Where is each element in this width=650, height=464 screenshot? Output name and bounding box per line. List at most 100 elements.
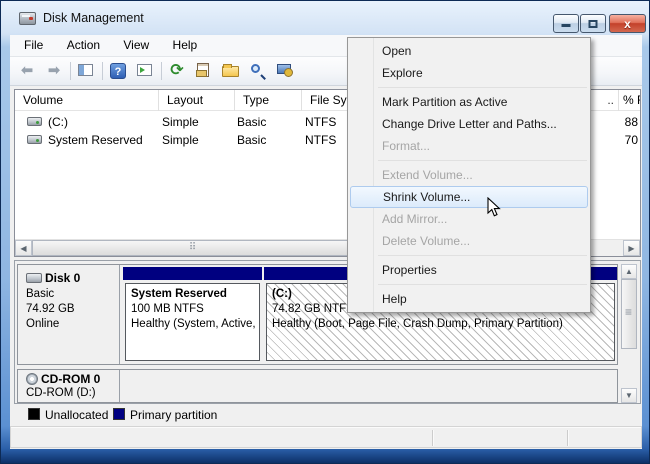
- volume-percent-free: 70: [611, 133, 638, 147]
- cdrom-name: CD-ROM 0: [41, 372, 100, 386]
- menu-separator: [378, 160, 587, 161]
- column-header-volume[interactable]: Volume: [15, 90, 159, 111]
- help-button[interactable]: ?: [107, 60, 129, 82]
- volume-type: Basic: [237, 133, 266, 147]
- volume-file-system: NTFS: [305, 115, 336, 129]
- scroll-down-arrow-icon[interactable]: ▼: [621, 388, 637, 403]
- open-folder-button[interactable]: [220, 60, 242, 82]
- forward-button[interactable]: ➡: [43, 60, 65, 82]
- disk0-type: Basic: [26, 288, 119, 300]
- refresh-icon: ⟳: [170, 62, 183, 79]
- scroll-left-arrow-icon[interactable]: ◀: [15, 240, 32, 256]
- menu-action[interactable]: Action: [57, 35, 110, 57]
- menu-item-help[interactable]: Help: [350, 288, 588, 310]
- column-header-type[interactable]: Type: [235, 90, 302, 111]
- properties-icon: [197, 63, 209, 77]
- help-icon: ?: [110, 63, 126, 79]
- scroll-up-arrow-icon[interactable]: ▲: [621, 264, 637, 279]
- menu-separator: [378, 255, 587, 256]
- back-icon: ⬅: [21, 62, 34, 79]
- partition-health: Healthy (Boot, Page File, Crash Dump, Pr…: [272, 318, 614, 330]
- volume-icon: [27, 135, 42, 144]
- horizontal-scrollbar-thumb[interactable]: [32, 240, 352, 256]
- volume-file-system: NTFS: [305, 133, 336, 147]
- menu-file[interactable]: File: [14, 35, 53, 57]
- context-menu: Open Explore Mark Partition as Active Ch…: [347, 37, 591, 313]
- minimize-icon: [562, 24, 571, 27]
- disk0-size: 74.92 GB: [26, 303, 119, 315]
- vertical-scrollbar[interactable]: ▲ ▼: [621, 264, 638, 403]
- back-button[interactable]: ⬅: [16, 60, 38, 82]
- toolbar-separator: [161, 62, 162, 80]
- menu-item-explore[interactable]: Explore: [350, 62, 588, 84]
- menu-item-delete-volume[interactable]: Delete Volume...: [350, 230, 588, 252]
- menu-item-mark-partition-active[interactable]: Mark Partition as Active: [350, 91, 588, 113]
- find-button[interactable]: [247, 60, 269, 82]
- show-action-pane-button[interactable]: [134, 60, 156, 82]
- menu-item-properties[interactable]: Properties: [350, 259, 588, 281]
- primary-partition-color-bar: [123, 267, 262, 280]
- show-console-tree-icon: [78, 64, 93, 76]
- toolbar-separator: [70, 62, 71, 80]
- disk0-label-cell[interactable]: Disk 0 Basic 74.92 GB Online: [18, 265, 120, 364]
- show-action-pane-icon: [137, 64, 152, 76]
- maximize-button[interactable]: [580, 14, 606, 33]
- volume-type: Basic: [237, 115, 266, 129]
- disk-icon: [26, 273, 42, 283]
- cdrom-label-cell[interactable]: CD-ROM 0 CD-ROM (D:): [18, 370, 120, 402]
- legend-label: Unallocated: [45, 408, 108, 422]
- menu-separator: [378, 87, 587, 88]
- column-header-layout[interactable]: Layout: [159, 90, 235, 111]
- show-console-tree-button[interactable]: [75, 60, 97, 82]
- properties-button[interactable]: [193, 60, 215, 82]
- menu-item-extend-volume[interactable]: Extend Volume...: [350, 164, 588, 186]
- menu-item-open[interactable]: Open: [350, 40, 588, 62]
- status-divider: [432, 430, 433, 446]
- menu-item-format[interactable]: Format...: [350, 135, 588, 157]
- mouse-cursor: [487, 197, 501, 218]
- menu-help[interactable]: Help: [163, 35, 208, 57]
- manage-computer-button[interactable]: [274, 60, 296, 82]
- close-icon: x: [624, 17, 631, 31]
- minimize-button[interactable]: [553, 14, 579, 33]
- volume-name: System Reserved: [48, 133, 143, 147]
- column-header-percent-free[interactable]: % Free: [619, 90, 640, 111]
- volume-percent-free: 88: [611, 115, 638, 129]
- titlebar[interactable]: Disk Management x: [3, 3, 647, 35]
- menu-item-change-drive-letter[interactable]: Change Drive Letter and Paths...: [350, 113, 588, 135]
- menu-item-add-mirror[interactable]: Add Mirror...: [350, 208, 588, 230]
- volume-layout: Simple: [162, 115, 199, 129]
- cdrom-row: CD-ROM 0 CD-ROM (D:): [17, 369, 618, 403]
- window-title: Disk Management: [43, 11, 144, 25]
- partition-size: 100 MB NTFS: [131, 303, 259, 315]
- volume-icon: [27, 117, 42, 126]
- volume-name: (C:): [48, 115, 68, 129]
- primary-partition-swatch: [113, 408, 125, 420]
- disk-management-window: Disk Management x File Action View Help …: [0, 0, 650, 464]
- partition-health: Healthy (System, Active,: [131, 318, 259, 330]
- status-bar: [10, 426, 642, 448]
- refresh-button[interactable]: ⟳: [166, 60, 188, 82]
- find-icon: [251, 64, 260, 73]
- status-divider: [567, 430, 568, 446]
- vertical-scrollbar-thumb[interactable]: [621, 279, 637, 349]
- disk0-name: Disk 0: [45, 271, 80, 285]
- toolbar-separator: [102, 62, 103, 80]
- maximize-icon: [589, 20, 598, 28]
- cdrom-icon: [26, 373, 38, 385]
- legend-label: Primary partition: [130, 408, 217, 422]
- partition-system-reserved[interactable]: System Reserved 100 MB NTFS Healthy (Sys…: [123, 266, 262, 363]
- disk0-status: Online: [26, 318, 119, 330]
- disk-management-app-icon: [19, 12, 36, 25]
- manage-computer-icon: [277, 64, 291, 74]
- cdrom-drive-letter: CD-ROM (D:): [26, 387, 119, 399]
- open-folder-icon: [222, 66, 239, 77]
- forward-icon: ➡: [48, 62, 61, 79]
- menu-item-shrink-volume[interactable]: Shrink Volume...: [350, 186, 588, 208]
- menu-view[interactable]: View: [113, 35, 159, 57]
- close-button[interactable]: x: [609, 14, 646, 33]
- legend: Unallocated Primary partition: [14, 406, 641, 423]
- menu-separator: [378, 284, 587, 285]
- partition-name: System Reserved: [131, 288, 259, 300]
- scroll-right-arrow-icon[interactable]: ▶: [623, 240, 640, 256]
